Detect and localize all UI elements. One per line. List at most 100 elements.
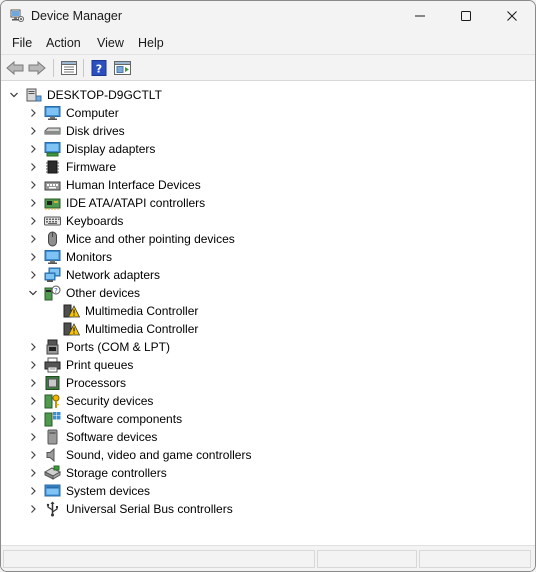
toolbar: ? [1,55,535,81]
chevron-right-icon[interactable] [27,413,39,425]
hid-icon [44,181,61,191]
tree-category-row[interactable]: Software devices [1,428,535,446]
speaker-icon [46,447,55,463]
tree-category-row-expanded[interactable]: ? Other devices [1,284,535,302]
tree-root-row[interactable]: DESKTOP-D9GCTLT [1,86,535,104]
usb-icon [46,501,58,517]
chevron-right-icon[interactable] [27,161,39,173]
chevron-right-icon[interactable] [27,125,39,137]
chevron-right-icon[interactable] [27,395,39,407]
tree-category-label: Human Interface Devices [66,178,201,192]
menu-bar: File Action View Help [1,31,535,55]
status-pane-secondary [317,550,417,568]
tree-category-row[interactable]: IDE ATA/ATAPI controllers [1,194,535,212]
update-driver-button[interactable] [113,58,133,78]
tree-category-label: Disk drives [66,124,125,138]
tree-category-row[interactable]: Human Interface Devices [1,176,535,194]
maximize-button[interactable] [443,1,489,31]
tree-category-label: Universal Serial Bus controllers [66,502,233,516]
tree-category-row[interactable]: Keyboards [1,212,535,230]
tree-category-row[interactable]: Universal Serial Bus controllers [1,500,535,518]
tree-category-row[interactable]: Processors [1,374,535,392]
tree-device-row[interactable]: Multimedia Controller [1,320,535,338]
chevron-right-icon[interactable] [27,485,39,497]
ide-controller-icon [44,198,61,210]
close-icon [507,11,517,21]
monitor-icon [44,250,61,264]
tree-root-label: DESKTOP-D9GCTLT [47,88,162,102]
chevron-right-icon[interactable] [27,341,39,353]
tree-category-label: Storage controllers [66,466,167,480]
tree-device-row[interactable]: Multimedia Controller [1,302,535,320]
chevron-right-icon[interactable] [27,197,39,209]
chevron-down-icon[interactable] [27,287,39,299]
chevron-right-icon[interactable] [27,503,39,515]
display-adapter-icon [44,142,61,157]
chevron-right-icon[interactable] [27,251,39,263]
tree-category-row[interactable]: Print queues [1,356,535,374]
menu-help[interactable]: Help [138,36,164,50]
network-adapter-icon [44,267,61,282]
chevron-right-icon[interactable] [27,215,39,227]
chevron-right-icon[interactable] [27,107,39,119]
toolbar-separator [83,59,84,77]
menu-action[interactable]: Action [46,36,81,50]
properties-button[interactable] [59,58,79,78]
system-device-icon [44,484,61,497]
chevron-right-icon[interactable] [27,377,39,389]
update-driver-icon [114,61,131,75]
computer-tower-icon [26,88,42,102]
minimize-icon [415,15,425,17]
tree-category-row[interactable]: Monitors [1,248,535,266]
tree-category-row[interactable]: Software components [1,410,535,428]
tree-category-row[interactable]: Network adapters [1,266,535,284]
tree-category-label: Security devices [66,394,154,408]
software-component-icon [44,412,61,427]
help-button[interactable]: ? [89,58,109,78]
security-key-icon [44,394,60,409]
chevron-right-icon[interactable] [27,233,39,245]
tree-category-label: Software components [66,412,183,426]
chevron-right-icon[interactable] [27,359,39,371]
forward-arrow-icon [28,61,46,75]
tree-category-label: Firmware [66,160,116,174]
tree-category-row[interactable]: System devices [1,482,535,500]
tree-category-row[interactable]: Disk drives [1,122,535,140]
tree-category-row[interactable]: Firmware [1,158,535,176]
chevron-down-icon[interactable] [8,89,20,101]
chevron-right-icon[interactable] [27,431,39,443]
device-manager-app-icon [10,9,24,22]
tree-category-row[interactable]: Storage controllers [1,464,535,482]
device-tree[interactable]: DESKTOP-D9GCTLT Computer Disk drives Dis… [1,81,535,545]
tree-category-label: Print queues [66,358,134,372]
tree-category-label: IDE ATA/ATAPI controllers [66,196,206,210]
firmware-chip-icon [46,160,59,174]
back-button[interactable] [5,58,25,78]
tree-category-row[interactable]: Sound, video and game controllers [1,446,535,464]
chevron-right-icon[interactable] [27,269,39,281]
title-bar[interactable]: Device Manager [1,1,535,31]
warning-device-icon [63,322,80,336]
software-device-icon [47,429,58,445]
svg-text:?: ? [96,63,102,76]
tree-category-row[interactable]: Security devices [1,392,535,410]
tree-category-row[interactable]: Ports (COM & LPT) [1,338,535,356]
tree-category-row[interactable]: Mice and other pointing devices [1,230,535,248]
chevron-right-icon[interactable] [27,467,39,479]
menu-file[interactable]: File [12,36,32,50]
tree-category-row[interactable]: Computer [1,104,535,122]
tree-category-label: Software devices [66,430,158,444]
tree-category-row[interactable]: Display adapters [1,140,535,158]
tree-category-label: Keyboards [66,214,124,228]
tree-device-label: Multimedia Controller [85,322,199,336]
close-button[interactable] [489,1,535,31]
minimize-button[interactable] [397,1,443,31]
chevron-right-icon[interactable] [27,143,39,155]
keyboard-icon [44,216,61,226]
toolbar-separator [53,59,54,77]
svg-text:?: ? [54,287,58,295]
chevron-right-icon[interactable] [27,179,39,191]
chevron-right-icon[interactable] [27,449,39,461]
forward-button[interactable] [27,58,47,78]
menu-view[interactable]: View [97,36,124,50]
